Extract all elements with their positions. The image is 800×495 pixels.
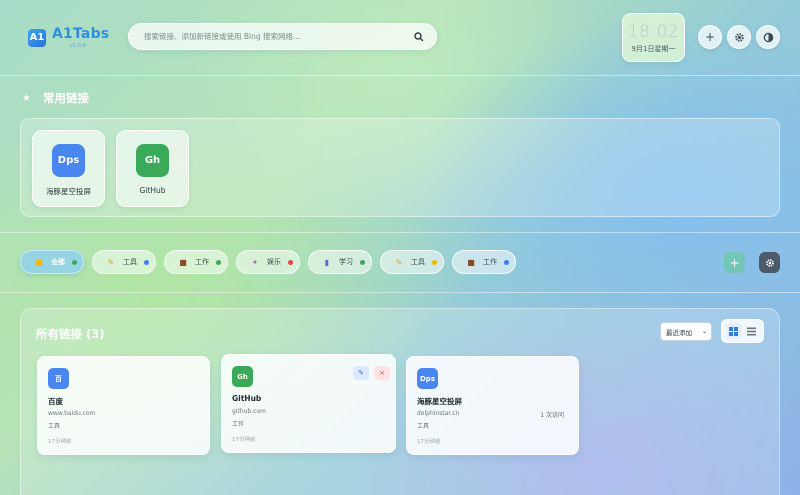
- favorites-heading: ★ 常用链接: [22, 90, 89, 106]
- tag-work-2[interactable]: ■ 工作: [452, 250, 516, 274]
- link-icon: Gh: [232, 366, 253, 387]
- link-name: GitHub: [232, 394, 262, 403]
- tag-color-dot: [216, 259, 221, 265]
- link-time: 17分钟前: [232, 437, 256, 443]
- favorites-title: 常用链接: [42, 91, 89, 105]
- tag-color-dot: [432, 259, 437, 265]
- party-icon: ✦: [251, 257, 259, 267]
- plus-icon: +: [729, 255, 740, 270]
- app-title: A1Tabs: [52, 26, 110, 42]
- link-visit-count: 1 次访问: [540, 412, 564, 419]
- add-button[interactable]: +: [698, 25, 722, 49]
- list-icon: [746, 327, 756, 335]
- theme-toggle-button[interactable]: [756, 25, 780, 49]
- plus-icon: +: [704, 30, 716, 44]
- link-url: dolphinstar.cn: [417, 410, 460, 417]
- tag-color-dot: [144, 259, 149, 265]
- tag-entertainment[interactable]: ✦ 娱乐: [236, 250, 300, 274]
- favorite-tile[interactable]: Dps 海豚星空投屏: [32, 130, 105, 207]
- edit-button[interactable]: ✎: [353, 366, 369, 380]
- header: A1 A1Tabs v1.0.0 搜索链接、添加新链接或使用 Bing 搜索网络…: [0, 0, 800, 76]
- link-icon: 百: [48, 368, 69, 389]
- link-time: 17分钟前: [417, 439, 441, 445]
- gear-icon: [765, 258, 774, 267]
- link-name: 海豚星空投屏: [417, 397, 462, 406]
- link-tag: 工作: [232, 421, 245, 428]
- search-input[interactable]: 搜索链接、添加新链接或使用 Bing 搜索网络...: [144, 31, 412, 42]
- tag-all[interactable]: ■ 全部: [20, 250, 84, 274]
- tag-color-dot: [72, 259, 77, 265]
- folder-icon: ■: [35, 257, 43, 267]
- link-time: 17分钟前: [48, 439, 72, 445]
- app-version: v1.0.0: [70, 43, 86, 49]
- chevron-down-icon: ⌄: [701, 328, 707, 335]
- links-title: 所有链接 (3): [36, 327, 105, 341]
- clock-time: 18:02: [627, 22, 680, 42]
- contrast-icon: [763, 32, 773, 42]
- link-card[interactable]: 百 百度 www.baidu.com 工具 17分钟前: [37, 356, 210, 455]
- gear-icon: [734, 32, 744, 42]
- tag-color-dot: [360, 259, 365, 265]
- grid-icon: [729, 326, 739, 336]
- grid-view-button[interactable]: [725, 323, 742, 339]
- sort-select[interactable]: 最近添加 ⌄: [660, 322, 712, 341]
- clock-widget: 18:02 9月1日星期一: [622, 13, 685, 62]
- briefcase-icon: ■: [179, 257, 187, 267]
- briefcase-icon: ■: [467, 257, 475, 267]
- tag-settings-button[interactable]: [759, 252, 780, 273]
- link-tag: 工具: [48, 423, 61, 430]
- list-view-button[interactable]: [743, 323, 759, 339]
- tag-tools-2[interactable]: ✎ 工具: [380, 250, 444, 274]
- add-tag-button[interactable]: +: [724, 252, 745, 273]
- tag-filter-bar: ■ 全部 ✎ 工具 ■ 工作 ✦ 娱乐 ▮ 学习 ✎ 工具 ■ 工作: [0, 232, 800, 293]
- link-icon: Dps: [417, 368, 438, 389]
- link-card[interactable]: Dps 海豚星空投屏 dolphinstar.cn 1 次访问 工具 17分钟前: [406, 356, 579, 455]
- logo-mark: A1: [28, 28, 46, 47]
- tools-icon: ✎: [107, 257, 115, 267]
- favorite-icon: Dps: [52, 144, 85, 177]
- favorites-panel: Dps 海豚星空投屏 Gh GitHub: [20, 118, 780, 217]
- tools-icon: ✎: [395, 257, 403, 267]
- favorite-icon: Gh: [136, 144, 169, 177]
- edit-icon: ✎: [358, 369, 364, 377]
- view-toggle: [721, 319, 764, 343]
- link-name: 百度: [48, 397, 63, 406]
- delete-button[interactable]: ×: [374, 366, 390, 380]
- delete-icon: ×: [379, 369, 385, 377]
- chart-icon: ▮: [324, 257, 330, 267]
- settings-button[interactable]: [727, 25, 751, 49]
- clock-date: 9月1日星期一: [631, 45, 676, 53]
- logo[interactable]: A1 A1Tabs v1.0.0: [28, 26, 109, 49]
- favorite-tile[interactable]: Gh GitHub: [116, 130, 189, 207]
- favorite-name: 海豚星空投屏: [46, 187, 91, 196]
- link-tag: 工具: [417, 423, 430, 430]
- search-icon[interactable]: [412, 30, 426, 44]
- link-card[interactable]: Gh GitHub github.com 工作 17分钟前 ✎ ×: [221, 354, 396, 453]
- tag-work[interactable]: ■ 工作: [164, 250, 228, 274]
- link-url: www.baidu.com: [48, 410, 96, 417]
- tag-tools[interactable]: ✎ 工具: [92, 250, 156, 274]
- tag-color-dot: [288, 259, 293, 265]
- tag-study[interactable]: ▮ 学习: [308, 250, 372, 274]
- star-icon: ★: [22, 92, 31, 104]
- search-bar[interactable]: 搜索链接、添加新链接或使用 Bing 搜索网络...: [128, 23, 437, 50]
- tag-color-dot: [504, 259, 509, 265]
- favorite-name: GitHub: [139, 186, 166, 195]
- link-url: github.com: [232, 408, 266, 415]
